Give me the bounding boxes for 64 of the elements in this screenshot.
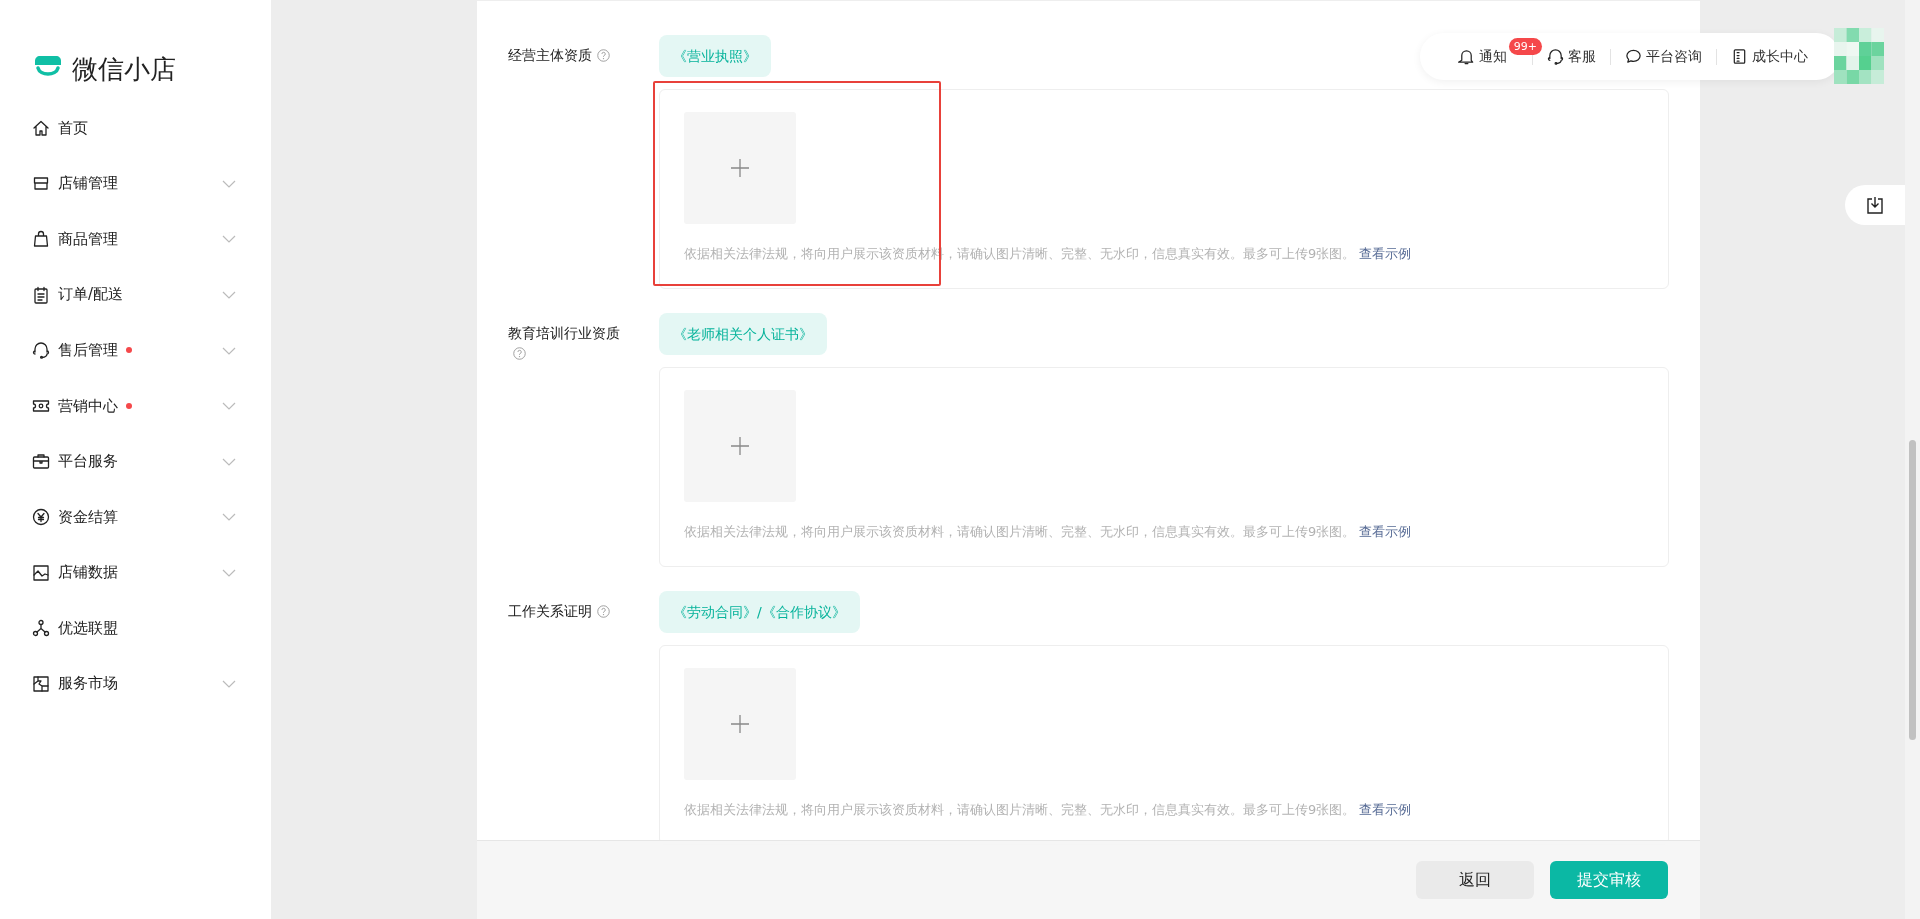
brand-name: 微信小店	[72, 56, 176, 82]
home-icon	[32, 118, 50, 137]
download-icon	[1866, 196, 1884, 214]
help-icon[interactable]	[597, 49, 610, 62]
yen-icon	[32, 507, 50, 526]
chevron-down-icon	[222, 457, 236, 466]
chevron-down-icon	[222, 346, 236, 355]
document-icon	[1731, 48, 1748, 65]
sidebar-item[interactable]: 资金结算	[0, 489, 271, 545]
example-link[interactable]: 查看示例	[1359, 524, 1412, 539]
notification-dot	[126, 347, 132, 354]
chevron-down-icon	[222, 569, 236, 578]
field-label: 工作关系证明	[508, 603, 592, 619]
bag-icon	[32, 230, 50, 248]
headset-icon	[1547, 48, 1564, 65]
scrollbar[interactable]	[1905, 0, 1920, 919]
scrollbar-thumb[interactable]	[1909, 440, 1916, 740]
sidebar-item[interactable]: 店铺管理	[0, 155, 271, 212]
briefcase-icon	[32, 452, 50, 471]
chevron-down-icon	[222, 402, 236, 411]
puzzle-icon	[32, 674, 50, 693]
help-icon[interactable]	[597, 605, 610, 618]
plus-icon	[731, 437, 749, 455]
plus-icon	[731, 715, 749, 733]
header-link[interactable]: 客服	[1533, 46, 1610, 67]
sidebar-item[interactable]: 平台服务	[0, 433, 271, 490]
store-icon	[32, 174, 50, 193]
chevron-down-icon	[222, 513, 236, 522]
chevron-down-icon	[222, 291, 236, 300]
sidebar-item[interactable]: 营销中心	[0, 377, 271, 434]
example-link[interactable]: 查看示例	[1359, 246, 1412, 261]
hint-text: 依据相关法律法规，将向用户展示该资质材料，请确认图片清晰、完整、无水印，信息真实有效。最多可上传9张图。 查看示例	[684, 523, 1413, 541]
header-link[interactable]: 平台咨询	[1611, 46, 1716, 67]
chevron-down-icon	[222, 179, 236, 188]
network-icon	[32, 619, 50, 638]
headset-icon	[32, 341, 50, 360]
upload-tile[interactable]	[684, 390, 796, 502]
example-link[interactable]: 查看示例	[1359, 802, 1412, 817]
sidebar-item[interactable]: 售后管理	[0, 322, 271, 378]
download-button[interactable]	[1845, 185, 1905, 225]
sidebar-item[interactable]: 优选联盟	[0, 600, 271, 656]
sidebar-item[interactable]: 店铺数据	[0, 544, 271, 601]
chevron-down-icon	[222, 680, 236, 689]
help-icon[interactable]	[513, 347, 526, 360]
sidebar-item[interactable]: 订单/配送	[0, 266, 271, 323]
header-link[interactable]: 成长中心	[1717, 46, 1822, 67]
upload-tile[interactable]	[684, 668, 796, 780]
upload-tile[interactable]	[684, 112, 796, 224]
chat-bubble-icon	[1625, 48, 1642, 65]
chevron-down-icon	[222, 235, 236, 244]
avatar[interactable]	[1834, 28, 1884, 84]
notification-badge: 99+	[1508, 38, 1542, 55]
chart-icon	[32, 563, 50, 582]
plus-icon	[731, 159, 749, 177]
field-label: 经营主体资质	[508, 47, 592, 63]
field-label: 教育培训行业资质	[508, 325, 620, 341]
notification-dot	[126, 402, 132, 409]
bell-icon	[1457, 48, 1475, 65]
back-button[interactable]: 返回	[1416, 861, 1534, 899]
sidebar-item[interactable]: 商品管理	[0, 211, 271, 267]
sidebar-item[interactable]: 服务市场	[0, 655, 271, 712]
sidebar-item[interactable]: 首页	[0, 100, 271, 156]
clipboard-icon	[32, 285, 50, 304]
hint-text: 依据相关法律法规，将向用户展示该资质材料，请确认图片清晰、完整、无水印，信息真实有效。最多可上传9张图。 查看示例	[684, 801, 1413, 819]
